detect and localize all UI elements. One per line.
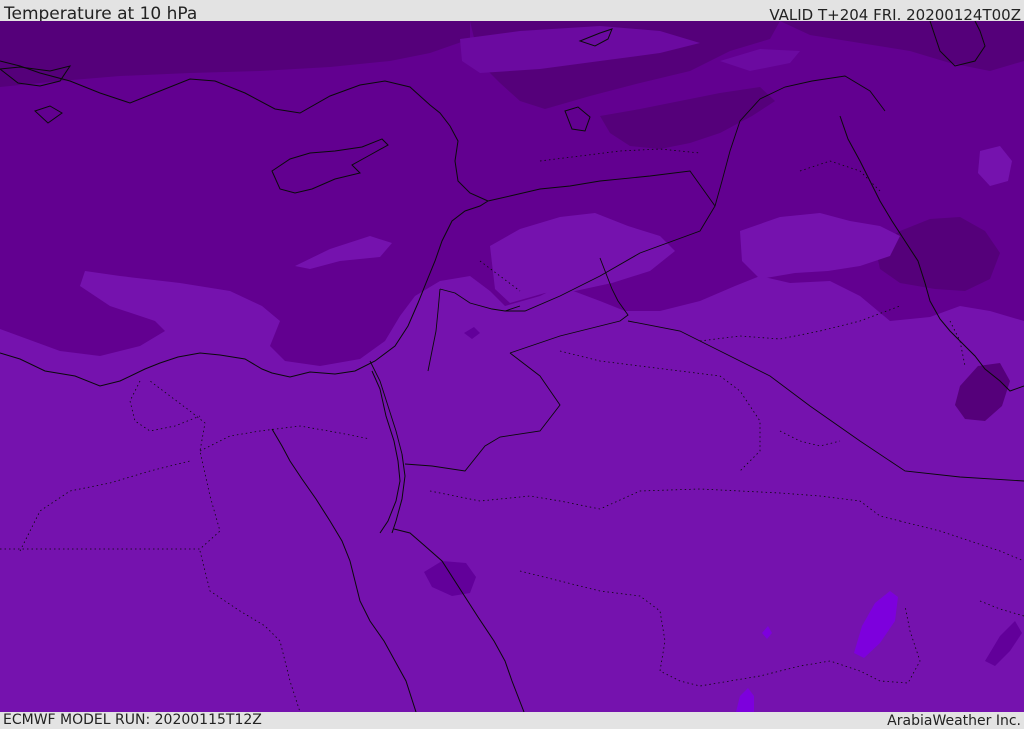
header-bar: Temperature at 10 hPa VALID T+204 FRI. 2…: [0, 0, 1024, 24]
weather-map: [0, 21, 1024, 712]
map-frame: Temperature at 10 hPa VALID T+204 FRI. 2…: [0, 0, 1024, 729]
credit-label: ArabiaWeather Inc.: [887, 713, 1021, 729]
model-run-label: ECMWF MODEL RUN: 20200115T12Z: [3, 712, 262, 728]
footer-bar: ECMWF MODEL RUN: 20200115T12Z ArabiaWeat…: [0, 712, 1024, 729]
